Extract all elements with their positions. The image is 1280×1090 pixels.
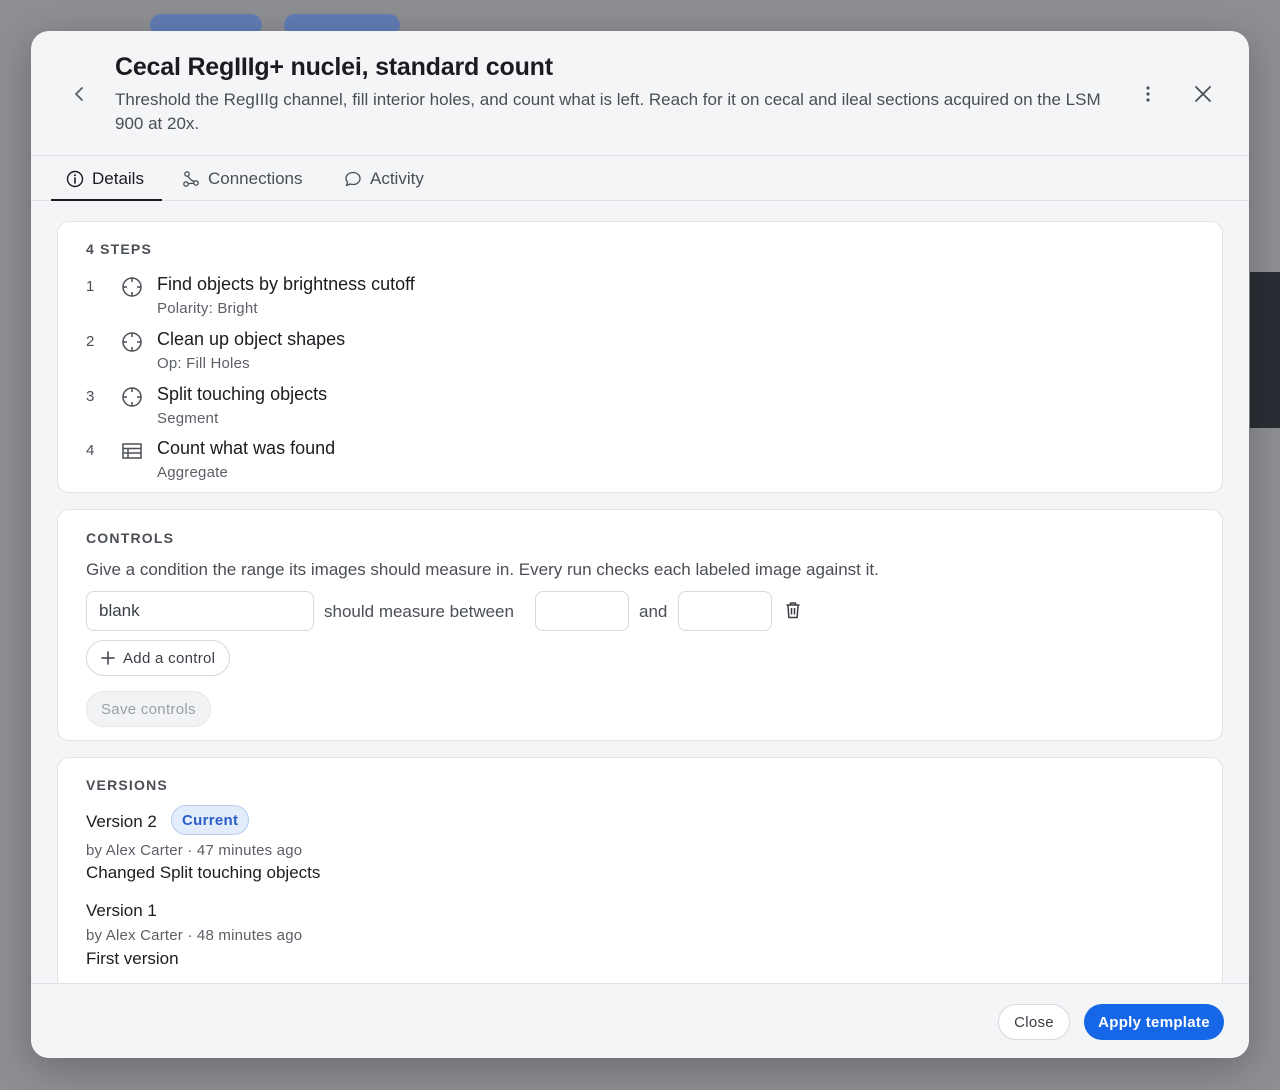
table-icon: [122, 443, 142, 459]
close-icon: [1195, 86, 1211, 102]
current-badge: Current: [171, 805, 250, 835]
add-control-label: Add a control: [123, 649, 216, 667]
step-number: 3: [86, 388, 95, 405]
save-controls-button[interactable]: Save controls: [86, 691, 211, 727]
step-number: 2: [86, 333, 95, 350]
versions-section-label: VERSIONS: [86, 777, 168, 793]
step-title: Clean up object shapes: [157, 329, 346, 349]
crosshair-icon: [122, 332, 142, 352]
tab-label: Connections: [208, 168, 303, 188]
template-details-dialog: Cecal RegIIIg+ nuclei, standard count Th…: [31, 31, 1249, 1058]
step-title: Count what was found: [157, 438, 336, 458]
control-condition-field[interactable]: blank: [86, 591, 314, 631]
close-dialog-button[interactable]: [1189, 80, 1217, 108]
step-title: Split touching objects: [157, 384, 328, 404]
version-meta: by Alex Carter · 48 minutes ago: [86, 927, 303, 944]
version-description: First version: [86, 949, 179, 968]
versions-card: VERSIONS Version 2 Current by Alex Carte…: [57, 757, 1223, 997]
step-number: 1: [86, 278, 95, 295]
plus-icon: [101, 651, 115, 665]
step-item[interactable]: 3 Split touching objects Segment: [86, 384, 686, 434]
dialog-header: Cecal RegIIIg+ nuclei, standard count Th…: [31, 31, 1249, 156]
step-subtitle: Op: Fill Holes: [157, 355, 250, 372]
tab-details[interactable]: Details: [66, 156, 144, 201]
step-number: 4: [86, 442, 95, 459]
range-max-input[interactable]: [678, 591, 772, 631]
range-min-input[interactable]: [535, 591, 629, 631]
crosshair-icon: [122, 277, 142, 297]
chevron-left-icon: [75, 87, 83, 101]
steps-section-label: 4 STEPS: [86, 241, 152, 257]
more-options-button[interactable]: [1135, 81, 1161, 107]
background-panel: [1250, 272, 1280, 428]
apply-template-button[interactable]: Apply template: [1084, 1004, 1224, 1040]
more-vertical-icon: [1146, 86, 1150, 102]
step-item[interactable]: 1 Find objects by brightness cutoff Pola…: [86, 274, 686, 324]
between-label: should measure between: [324, 602, 514, 621]
step-subtitle: Segment: [157, 410, 219, 427]
step-subtitle: Aggregate: [157, 464, 229, 481]
version-title: Version 2: [86, 812, 157, 831]
back-button[interactable]: [67, 81, 93, 107]
tab-bar: Details Connections Activity: [31, 156, 1249, 201]
version-title: Version 1: [86, 901, 157, 920]
tab-connections[interactable]: Connections: [182, 156, 303, 201]
and-label: and: [639, 602, 668, 621]
tab-activity[interactable]: Activity: [344, 156, 424, 201]
step-item[interactable]: 2 Clean up object shapes Op: Fill Holes: [86, 329, 686, 379]
connections-icon: [183, 170, 199, 187]
controls-card: CONTROLS Give a condition the range its …: [57, 509, 1223, 741]
version-meta: by Alex Carter · 47 minutes ago: [86, 842, 303, 859]
chat-bubble-icon: [345, 171, 361, 186]
info-icon: [66, 170, 84, 187]
crosshair-icon: [122, 387, 142, 407]
tab-label: Activity: [370, 168, 424, 188]
step-subtitle: Polarity: Bright: [157, 300, 258, 317]
controls-section-label: CONTROLS: [86, 530, 175, 546]
steps-card: 4 STEPS 1 Find objects by brightness cut…: [57, 221, 1223, 493]
step-title: Find objects by brightness cutoff: [157, 274, 415, 294]
step-item[interactable]: 4 Count what was found Aggregate: [86, 438, 686, 488]
delete-control-button[interactable]: [782, 599, 804, 621]
controls-description: Give a condition the range its images sh…: [86, 560, 879, 579]
tab-label: Details: [92, 168, 144, 188]
add-control-button[interactable]: Add a control: [86, 640, 231, 676]
save-controls-label: Save controls: [101, 700, 196, 718]
trash-icon: [786, 602, 800, 619]
dialog-title: Cecal RegIIIg+ nuclei, standard count: [115, 53, 553, 81]
dialog-subtitle: Threshold the RegIIIg channel, fill inte…: [115, 90, 1101, 133]
dialog-footer: Close Apply template: [31, 983, 1249, 1058]
version-description: Changed Split touching objects: [86, 863, 321, 882]
close-button[interactable]: Close: [998, 1004, 1070, 1040]
active-tab-indicator: [51, 199, 162, 201]
